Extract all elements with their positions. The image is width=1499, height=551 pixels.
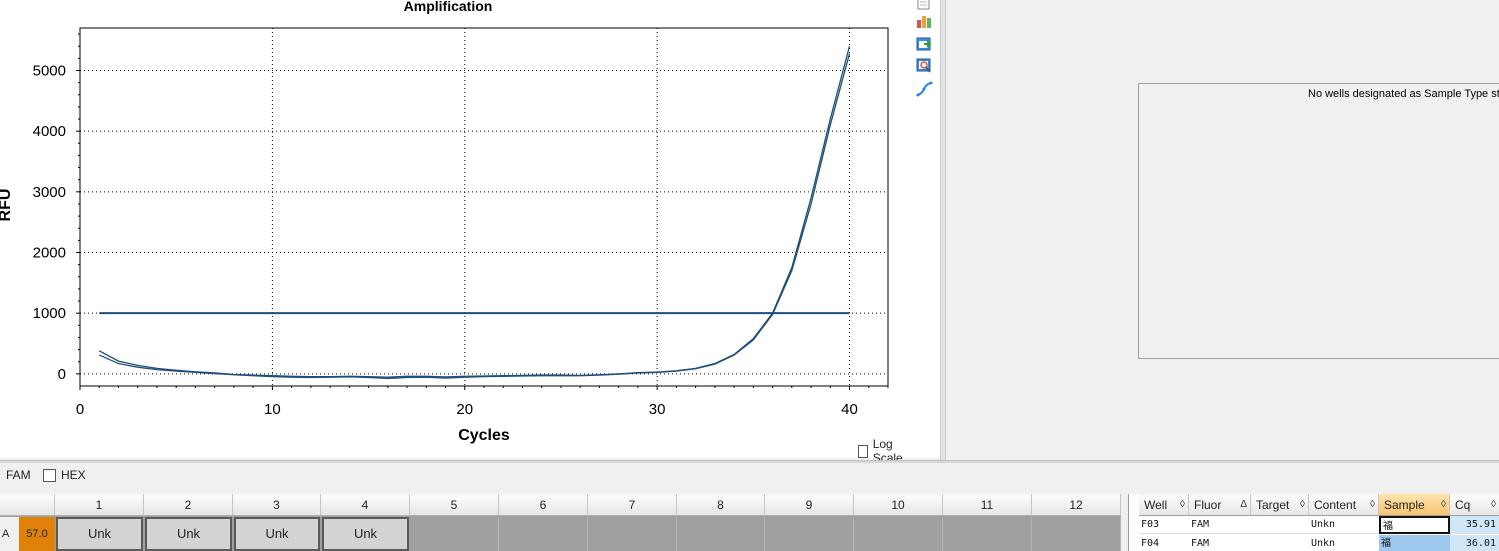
cell-fluor[interactable]: FAM bbox=[1189, 516, 1251, 534]
x-tick-label: 40 bbox=[841, 401, 858, 418]
x-tick-label: 0 bbox=[76, 401, 84, 418]
cell-cq[interactable]: 35.91 bbox=[1450, 516, 1499, 534]
cell-fluor[interactable]: FAM bbox=[1189, 535, 1251, 551]
copy-icon[interactable] bbox=[915, 0, 933, 12]
results-table: Well ◊ Fluor Δ Target ◊ Content ◊ Sample ◊ Cq… bbox=[1128, 494, 1499, 551]
cell-target[interactable] bbox=[1251, 516, 1309, 534]
plate-column-header[interactable]: 2 bbox=[144, 494, 233, 516]
column-header-content[interactable]: Content ◊ bbox=[1309, 494, 1379, 516]
plate-well-empty[interactable] bbox=[410, 517, 499, 551]
column-header-target[interactable]: Target ◊ bbox=[1251, 494, 1309, 516]
standard-curve-message: No wells designated as Sample Type sta bbox=[1308, 88, 1499, 100]
hex-label: HEX bbox=[61, 468, 86, 482]
plate-well-empty[interactable] bbox=[499, 517, 588, 551]
chart-toolbar bbox=[910, 0, 940, 458]
plate-column-header[interactable]: 4 bbox=[321, 494, 410, 516]
cell-target[interactable] bbox=[1251, 535, 1309, 551]
hex-checkbox[interactable] bbox=[43, 468, 56, 482]
y-tick-label: 4000 bbox=[33, 123, 66, 140]
cell-well[interactable]: F04 bbox=[1139, 535, 1189, 551]
plate-column-header[interactable]: 9 bbox=[765, 494, 854, 516]
x-tick-label: 20 bbox=[456, 401, 473, 418]
standard-curve-panel: No wells designated as Sample Type sta bbox=[946, 0, 1499, 460]
row-temperature: 57.0 bbox=[19, 517, 55, 551]
plate-column-header[interactable]: 7 bbox=[588, 494, 677, 516]
x-tick-label: 10 bbox=[264, 401, 281, 418]
cell-cq[interactable]: 36.01 bbox=[1450, 535, 1499, 551]
fluor-selector: FAM HEX bbox=[0, 463, 1499, 493]
x-tick-label: 30 bbox=[649, 401, 666, 418]
plate-column-header[interactable]: 12 bbox=[1032, 494, 1121, 516]
chart-settings-icon[interactable] bbox=[915, 12, 933, 30]
column-header-sample[interactable]: Sample ◊ bbox=[1379, 494, 1450, 516]
plate-row-label[interactable]: A bbox=[0, 517, 19, 551]
y-tick-label: 1000 bbox=[33, 305, 66, 322]
y-tick-label: 0 bbox=[58, 366, 66, 383]
cell-sample[interactable]: 福 bbox=[1379, 535, 1450, 551]
plate-well[interactable]: Unk bbox=[56, 517, 143, 551]
amplification-chart: 0 10 20 30 40 0 1000 2000 3000 4000 5000 Amplificat… bbox=[0, 0, 889, 444]
cell-content[interactable]: Unkn bbox=[1309, 516, 1379, 534]
column-header-cq[interactable]: Cq ◊ bbox=[1450, 494, 1499, 516]
plate-column-header[interactable]: 10 bbox=[854, 494, 943, 516]
hex-option[interactable]: HEX bbox=[43, 468, 86, 482]
log-scale-checkbox[interactable] bbox=[858, 444, 868, 458]
plate-column-header[interactable]: 3 bbox=[233, 494, 321, 516]
y-tick-label: 3000 bbox=[33, 184, 66, 201]
column-header-well[interactable]: Well ◊ bbox=[1139, 494, 1189, 516]
plate-well-empty[interactable] bbox=[1032, 517, 1121, 551]
plate-well[interactable]: Unk bbox=[234, 517, 320, 551]
plate-well-empty[interactable] bbox=[854, 517, 943, 551]
plate-corner-header bbox=[0, 494, 55, 516]
plate-well-empty[interactable] bbox=[677, 517, 765, 551]
y-axis-label: RFU bbox=[0, 189, 14, 222]
standard-curve-box: No wells designated as Sample Type sta bbox=[1138, 83, 1499, 359]
plate-column-header[interactable]: 6 bbox=[499, 494, 588, 516]
column-header-fluor[interactable]: Fluor Δ bbox=[1189, 494, 1251, 516]
plate-column-header[interactable]: 11 bbox=[943, 494, 1032, 516]
plate-well-empty[interactable] bbox=[588, 517, 677, 551]
curve-icon[interactable] bbox=[915, 80, 933, 98]
fam-label[interactable]: FAM bbox=[6, 468, 31, 482]
plate-well-empty[interactable] bbox=[943, 517, 1032, 551]
cell-well[interactable]: F03 bbox=[1139, 516, 1189, 534]
plate-well[interactable]: Unk bbox=[145, 517, 232, 551]
cell-sample-editing[interactable]: 福 bbox=[1379, 516, 1450, 534]
zoom-icon[interactable] bbox=[915, 57, 933, 75]
export-icon[interactable] bbox=[915, 35, 933, 53]
chart-title: Amplification bbox=[404, 0, 493, 14]
plot-area bbox=[79, 27, 889, 387]
plate-well-empty[interactable] bbox=[765, 517, 854, 551]
cell-content[interactable]: Unkn bbox=[1309, 535, 1379, 551]
y-tick-label: 2000 bbox=[33, 245, 66, 262]
plate-well[interactable]: Unk bbox=[322, 517, 409, 551]
plate-column-header[interactable]: 1 bbox=[55, 494, 144, 516]
x-axis-label: Cycles bbox=[458, 427, 510, 444]
y-tick-label: 5000 bbox=[33, 62, 66, 79]
plate-column-header[interactable]: 5 bbox=[410, 494, 499, 516]
plate-column-header[interactable]: 8 bbox=[677, 494, 765, 516]
plate-view: 1 2 3 4 5 6 7 8 9 10 11 12 A 57.0 Unk Un… bbox=[0, 494, 1121, 551]
amplification-chart-panel: 0 10 20 30 40 0 1000 2000 3000 4000 5000 Amplificat… bbox=[0, 0, 910, 465]
